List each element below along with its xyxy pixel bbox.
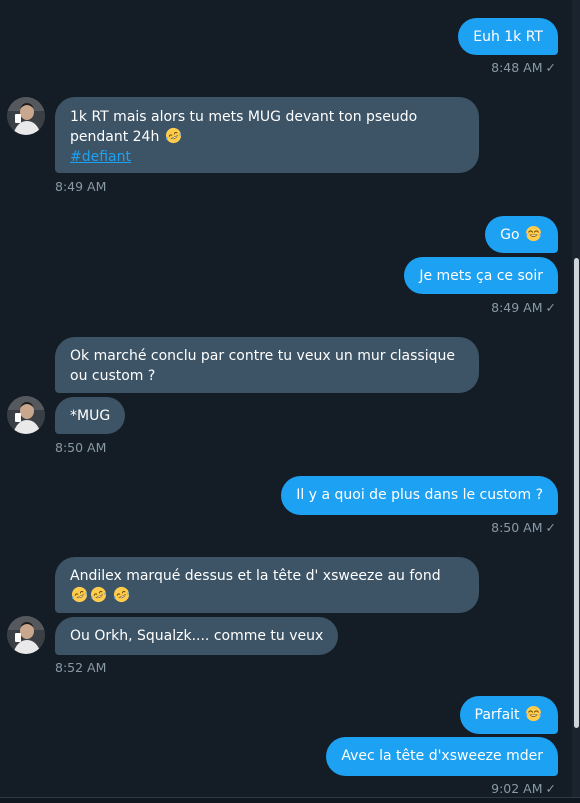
message-bubble-incoming[interactable]: Andilex marqué dessus et la tête d' xswe… (55, 557, 479, 613)
message-bubble-outgoing[interactable]: Avec la tête d'xsweeze mder (326, 737, 558, 776)
composer-divider (0, 797, 580, 803)
face-with-tears-of-joy-icon (525, 225, 542, 242)
avatar[interactable] (7, 97, 45, 135)
message-text: Andilex marqué dessus et la tête d' xswe… (70, 568, 441, 584)
message-text: Euh 1k RT (473, 29, 543, 45)
rolling-on-the-floor-laughing-icon (165, 127, 182, 144)
message-text: Avec la tête d'xsweeze mder (341, 748, 543, 764)
message-timestamp: 9:02 AM ✓ (491, 781, 556, 796)
message-text: Ou Orkh, Squalzk.... comme tu veux (70, 628, 324, 644)
hashtag-link[interactable]: #defiant (70, 147, 131, 167)
message-bubble-incoming[interactable]: Ou Orkh, Squalzk.... comme tu veux (55, 617, 339, 655)
message-text: Il y a quoi de plus dans le custom ? (296, 487, 543, 503)
message-bubble-outgoing[interactable]: Il y a quoi de plus dans le custom ? (281, 476, 558, 515)
checkmark-icon: ✓ (545, 520, 556, 535)
checkmark-icon: ✓ (545, 300, 556, 315)
message-bubble-outgoing[interactable]: Parfait (459, 696, 558, 734)
avatar[interactable] (7, 396, 45, 434)
rolling-on-the-floor-laughing-icon (90, 586, 107, 603)
message-timestamp: 8:49 AM ✓ (491, 300, 556, 315)
checkmark-icon: ✓ (545, 60, 556, 75)
message-text: Parfait (474, 707, 520, 723)
rolling-on-the-floor-laughing-icon (71, 586, 88, 603)
message-bubble-outgoing[interactable]: Go (485, 216, 558, 253)
message-text: Ok marché conclu par contre tu veux un m… (70, 348, 455, 384)
message-text: *MUG (70, 408, 111, 424)
message-bubble-incoming[interactable]: *MUG (55, 397, 126, 434)
message-text: 1k RT mais alors tu mets MUG devant ton … (70, 109, 418, 145)
avatar[interactable] (7, 616, 45, 654)
checkmark-icon: ✓ (545, 781, 556, 796)
message-timestamp: 8:50 AM ✓ (491, 520, 556, 535)
message-text: Go (500, 227, 520, 243)
message-timestamp: 8:49 AM (55, 179, 107, 194)
rolling-on-the-floor-laughing-icon (113, 586, 130, 603)
scrollbar-thumb[interactable] (574, 258, 579, 728)
dm-conversation: Euh 1k RT 8:48 AM ✓ 1k RT mais alors tu m… (0, 0, 580, 803)
message-text: Je mets ça ce soir (419, 268, 543, 284)
message-bubble-incoming[interactable]: Ok marché conclu par contre tu veux un m… (55, 337, 479, 393)
message-timestamp: 8:52 AM (55, 660, 107, 675)
message-timestamp: 8:50 AM (55, 440, 107, 455)
message-bubble-outgoing[interactable]: Euh 1k RT (458, 18, 558, 55)
message-bubble-incoming[interactable]: 1k RT mais alors tu mets MUG devant ton … (55, 97, 479, 173)
face-with-tears-of-joy-icon (525, 705, 542, 722)
message-timestamp: 8:48 AM ✓ (491, 60, 556, 75)
message-bubble-outgoing[interactable]: Je mets ça ce soir (404, 257, 558, 294)
